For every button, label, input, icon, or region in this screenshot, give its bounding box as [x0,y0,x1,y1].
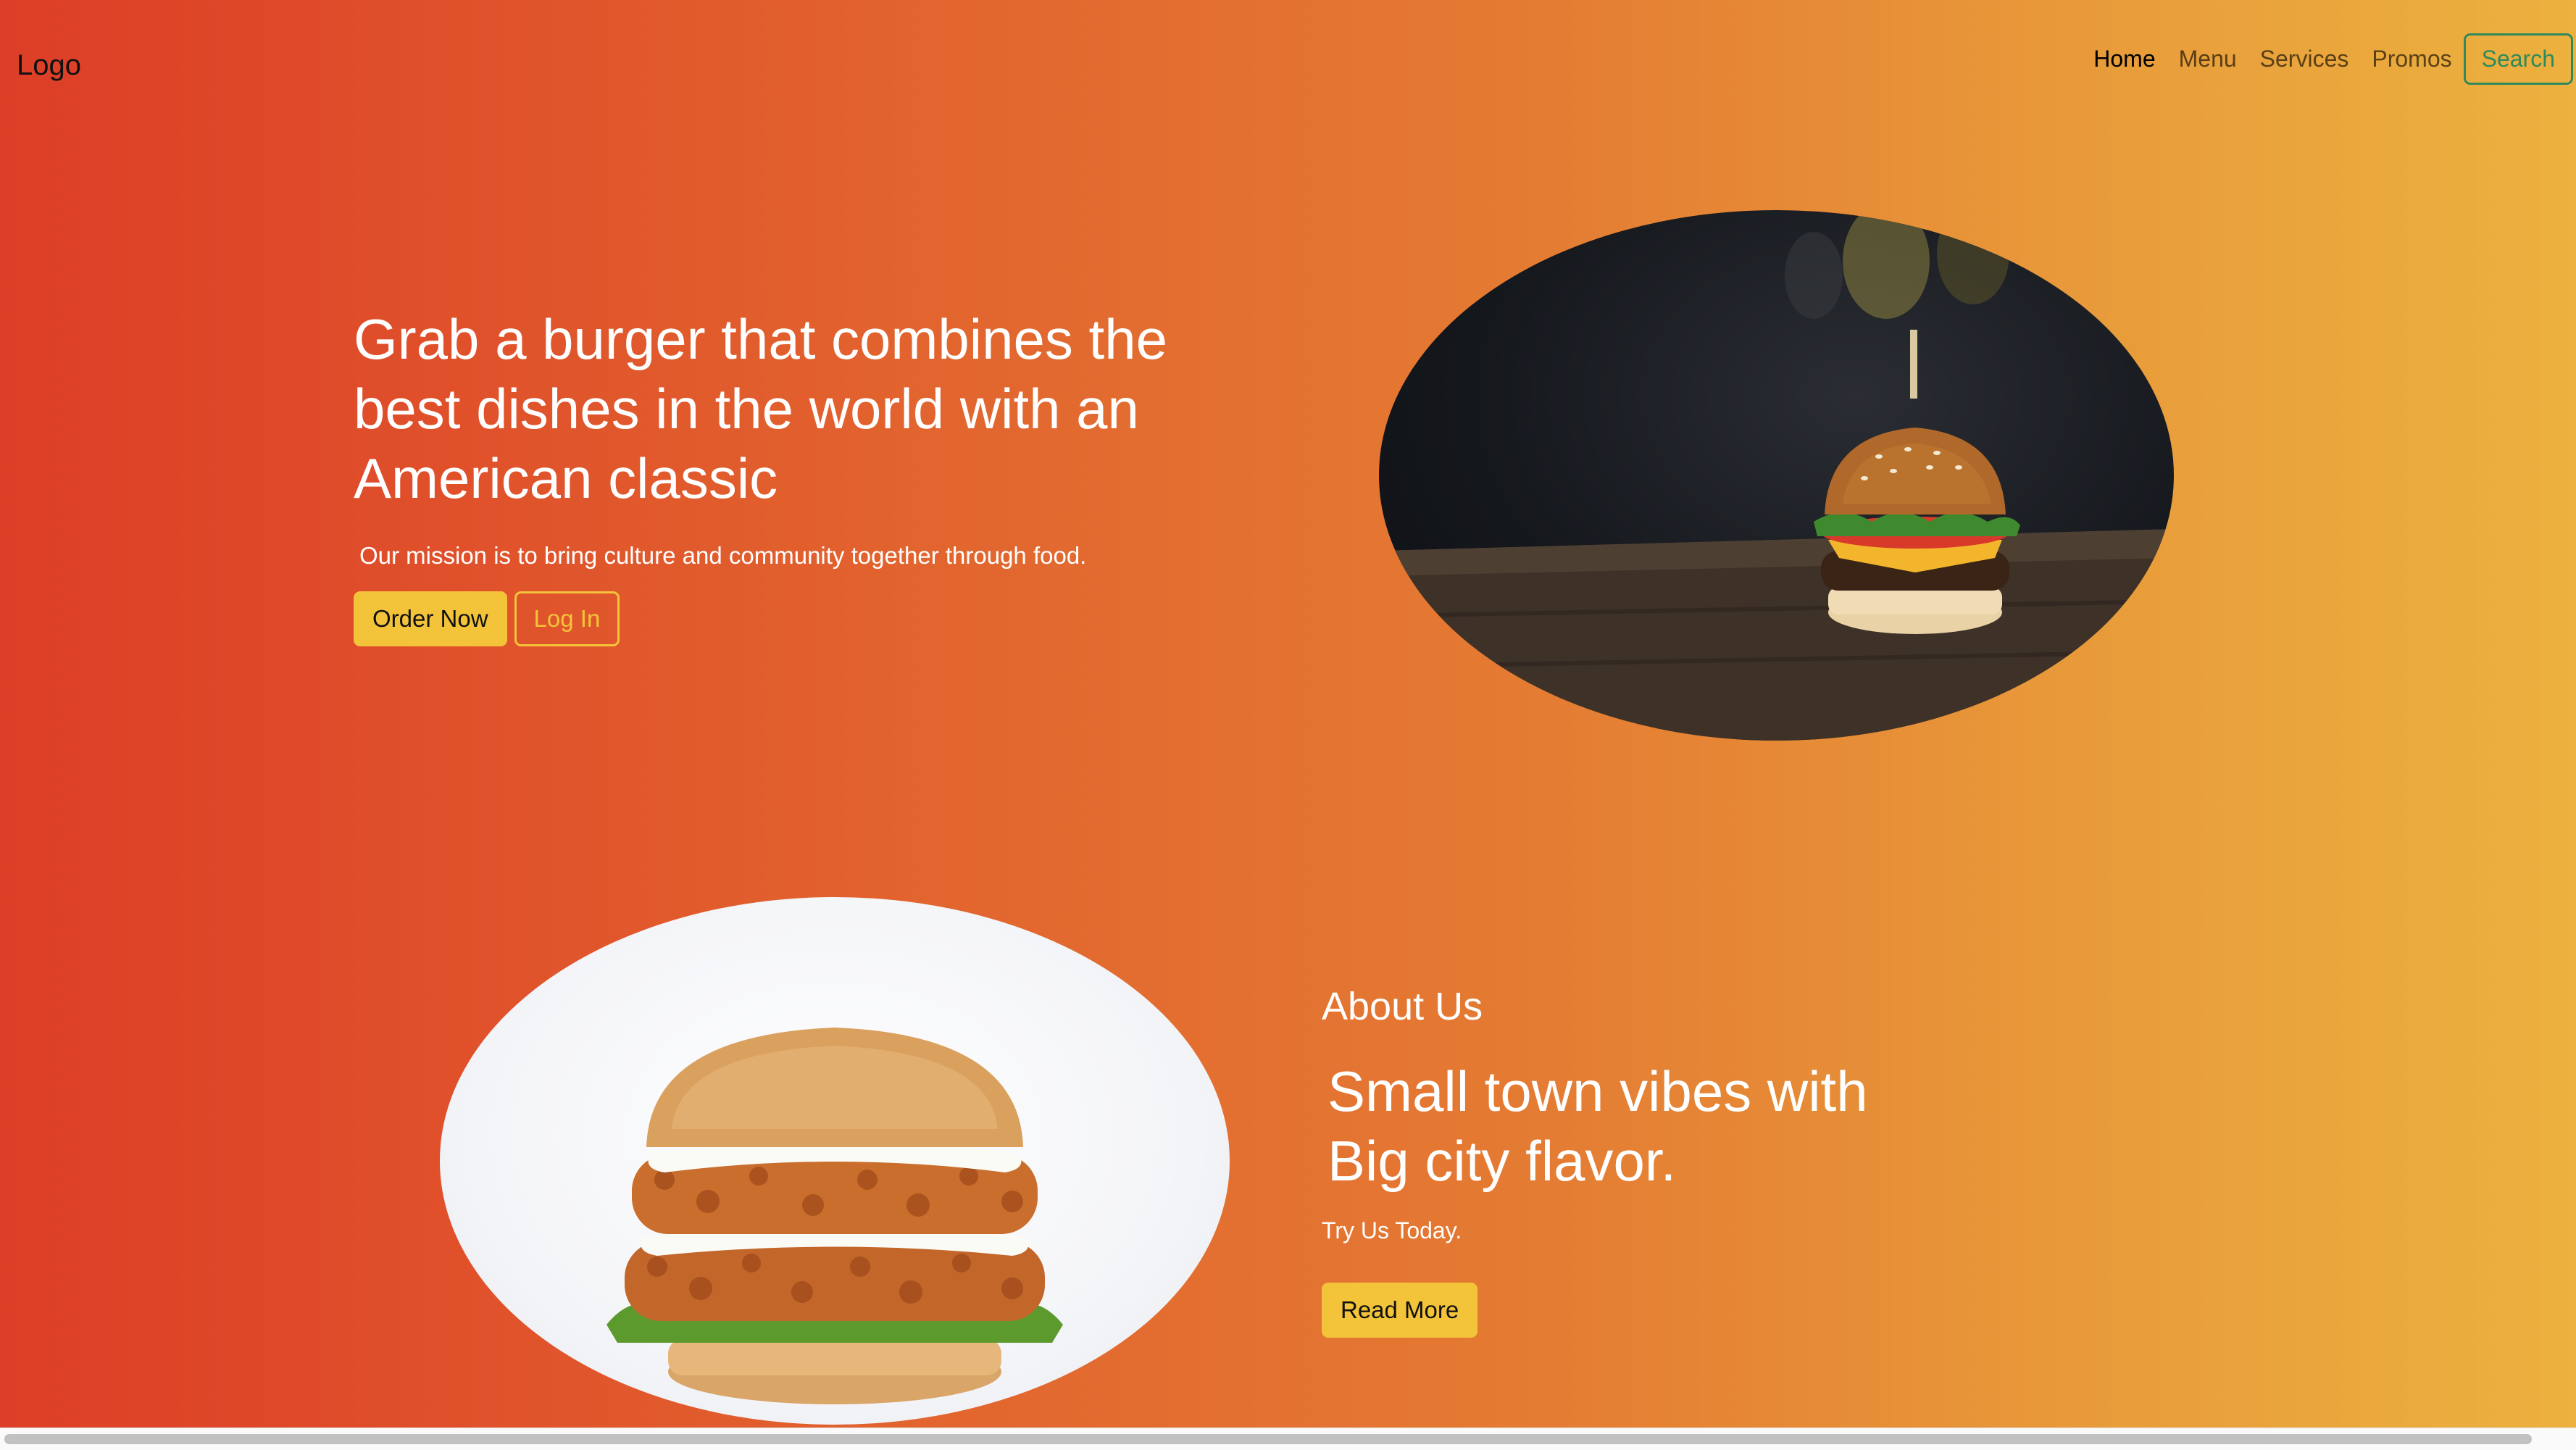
chicken-burger-photo [607,1028,1063,1404]
landing-page: Logo Home Menu Services Promos Search Gr… [0,0,2576,1450]
about-us-label: About Us [1322,985,1483,1028]
hero-mission-text: Our mission is to bring culture and comm… [359,542,1087,569]
horizontal-scrollbar[interactable] [0,1428,2576,1450]
nav-home-link[interactable]: Home [2082,46,2167,72]
nav-services-link[interactable]: Services [2248,46,2361,72]
about-title-line-1: Small town vibes with [1327,1059,1868,1123]
order-now-button[interactable]: Order Now [354,591,507,646]
about-title: Small town vibes with Big city flavor. [1327,1057,1980,1196]
nav-promos-link[interactable]: Promos [2360,46,2463,72]
about-title-line-2: Big city flavor. [1327,1129,1677,1193]
hero-burger-image [1379,210,2174,741]
logo[interactable]: Logo [17,49,81,82]
search-button[interactable]: Search [2463,33,2573,85]
burger-photo-dark [1379,210,2174,741]
log-in-button[interactable]: Log In [514,591,620,646]
hero-buttons: Order Now Log In [354,591,620,646]
about-burger-image [440,897,1230,1425]
main-nav: Home Menu Services Promos Search [2082,33,2573,85]
nav-menu-link[interactable]: Menu [2167,46,2248,72]
read-more-button[interactable]: Read More [1322,1283,1478,1338]
about-text: Try Us Today. [1322,1217,1462,1243]
hero-title: Grab a burger that combines the best dis… [354,307,1167,510]
scrollbar-thumb[interactable] [4,1434,2532,1444]
